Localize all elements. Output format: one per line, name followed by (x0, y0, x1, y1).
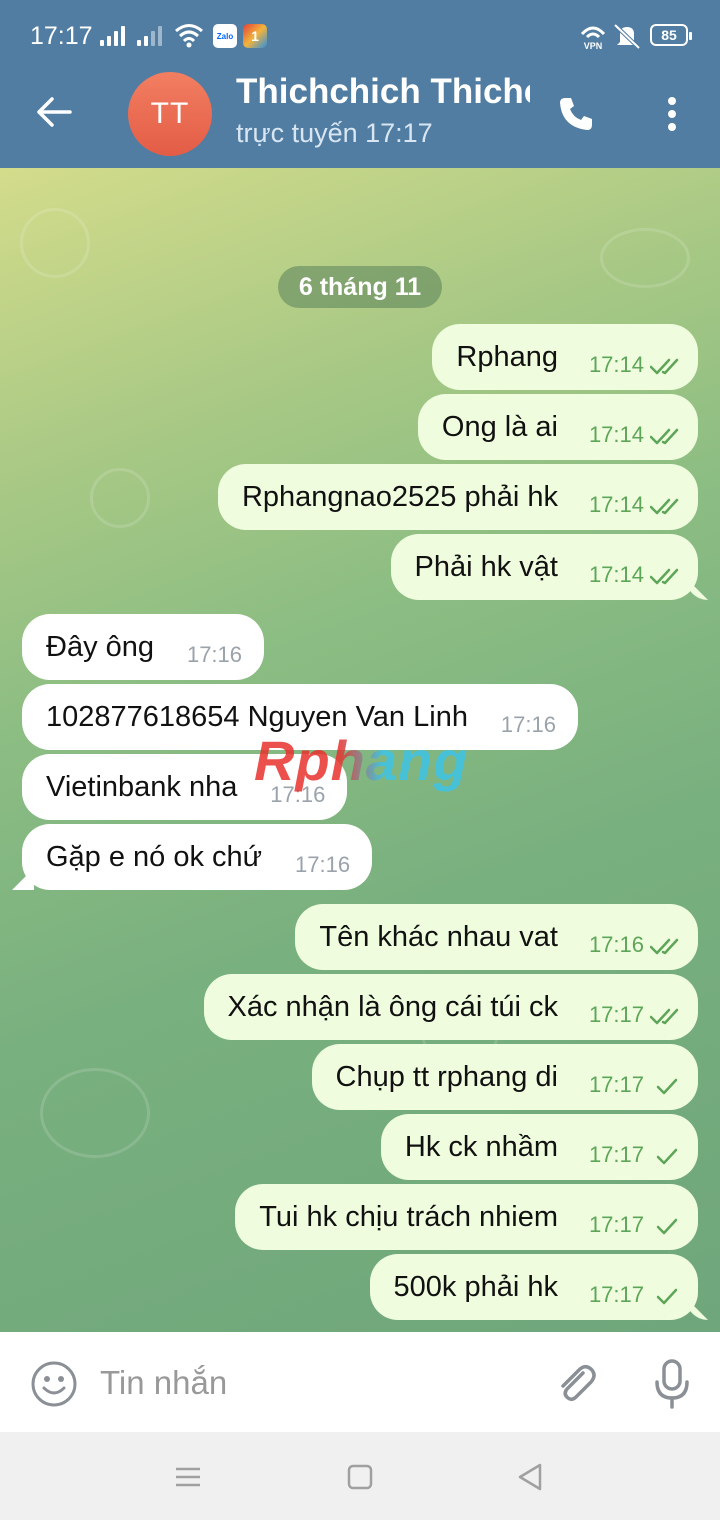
message-time: 17:16 (295, 852, 351, 877)
menu-icon (176, 1467, 200, 1487)
message-time: 17:17 (588, 1072, 644, 1097)
background-doodle (40, 1068, 150, 1158)
message-bubble-out[interactable]: Chụp tt rphang di 17:17 (311, 1044, 698, 1110)
voice-record-button[interactable] (644, 1354, 700, 1414)
message-bubble-out[interactable]: 500k phải hk 17:17 (369, 1254, 698, 1320)
mic-icon (655, 1359, 689, 1409)
double-check-icon (650, 428, 679, 445)
message-list[interactable]: 6 tháng 11 Rphang 17:14 Ong là ai 17:14 … (0, 168, 720, 1332)
message-bubble-out[interactable]: Xác nhận là ông cái túi ck 17:17 (203, 974, 698, 1040)
message-time: 17:17 (588, 1002, 644, 1027)
system-back-button[interactable] (512, 1460, 548, 1494)
back-button[interactable] (28, 86, 80, 138)
system-nav-bar (0, 1432, 720, 1520)
app-one-icon: 1 (243, 24, 267, 48)
attach-icon (561, 1365, 596, 1402)
more-vertical-icon (668, 97, 676, 131)
double-check-icon (650, 938, 679, 955)
recent-apps-button[interactable] (170, 1462, 206, 1492)
message-time: 17:14 (588, 492, 644, 517)
double-check-icon (650, 1008, 679, 1025)
message-composer (0, 1332, 720, 1432)
attach-button[interactable] (548, 1356, 604, 1412)
signal-icon (100, 26, 125, 46)
emoji-icon (31, 1361, 77, 1407)
more-options-button[interactable] (650, 88, 694, 140)
back-arrow-icon (37, 97, 72, 127)
svg-text:VPN: VPN (584, 41, 603, 50)
phone-icon (560, 98, 592, 130)
background-doodle (600, 228, 690, 288)
background-doodle (20, 208, 90, 278)
watermark-logo: Rphang (254, 729, 469, 792)
battery-icon: 85 (650, 24, 692, 46)
vpn-icon: VPN (578, 22, 608, 55)
background-doodle (90, 468, 150, 528)
single-check-icon (656, 1288, 678, 1305)
message-time: 17:17 (588, 1282, 644, 1307)
message-bubble-out[interactable]: Phải hk vật 17:14 (390, 534, 698, 600)
home-button[interactable] (344, 1462, 376, 1492)
zalo-app-icon: Zalo (213, 24, 237, 48)
message-bubble-out[interactable]: Tên khác nhau vat 17:16 (295, 904, 698, 970)
message-bubble-in[interactable]: Gặp e nó ok chứ 17:16 (22, 824, 373, 890)
message-bubble-out[interactable]: Tui hk chịu trách nhiem 17:17 (235, 1184, 698, 1250)
single-check-icon (656, 1148, 678, 1165)
signal-icon (137, 26, 162, 46)
chat-title[interactable]: Thichchich Thichchich (236, 72, 530, 112)
message-bubble-out[interactable]: Ong là ai 17:14 (417, 394, 698, 460)
online-status: trực tuyến 17:17 (236, 118, 433, 148)
message-text: 500k phải hk (393, 1270, 558, 1303)
message-time: 17:14 (588, 352, 644, 377)
message-input[interactable] (100, 1356, 520, 1410)
message-bubble-out[interactable]: Rphangnao2525 phải hk 17:14 (217, 464, 698, 530)
avatar[interactable]: TT (128, 72, 212, 156)
back-triangle-icon (518, 1463, 542, 1491)
message-time: 17:14 (588, 562, 644, 587)
message-time: 17:16 (588, 932, 644, 957)
double-check-icon (650, 498, 679, 515)
chat-header: 17:17 Zalo 1 VPN 85 TT Thichchich Thichc… (0, 0, 720, 168)
wifi-icon (174, 22, 204, 53)
message-bubble-in[interactable]: Đây ông 17:16 (22, 614, 265, 680)
single-check-icon (656, 1218, 678, 1235)
message-bubble-out[interactable]: Hk ck nhầm 17:17 (380, 1114, 698, 1180)
home-icon (347, 1464, 373, 1490)
call-button[interactable] (550, 88, 602, 140)
double-check-icon (650, 358, 679, 375)
message-time: 17:17 (588, 1212, 644, 1237)
status-time: 17:17 (30, 22, 93, 50)
message-time: 17:16 (186, 642, 243, 667)
date-separator: 6 tháng 11 (278, 266, 442, 308)
emoji-button[interactable] (28, 1358, 80, 1410)
message-time: 17:16 (500, 712, 556, 737)
message-time: 17:17 (588, 1142, 644, 1167)
status-bar: 17:17 Zalo 1 VPN 85 (0, 0, 720, 70)
single-check-icon (656, 1078, 678, 1095)
mute-icon (612, 22, 642, 55)
message-bubble-out[interactable]: Rphang 17:14 (432, 324, 698, 390)
message-time: 17:14 (588, 422, 644, 447)
double-check-icon (650, 568, 679, 585)
